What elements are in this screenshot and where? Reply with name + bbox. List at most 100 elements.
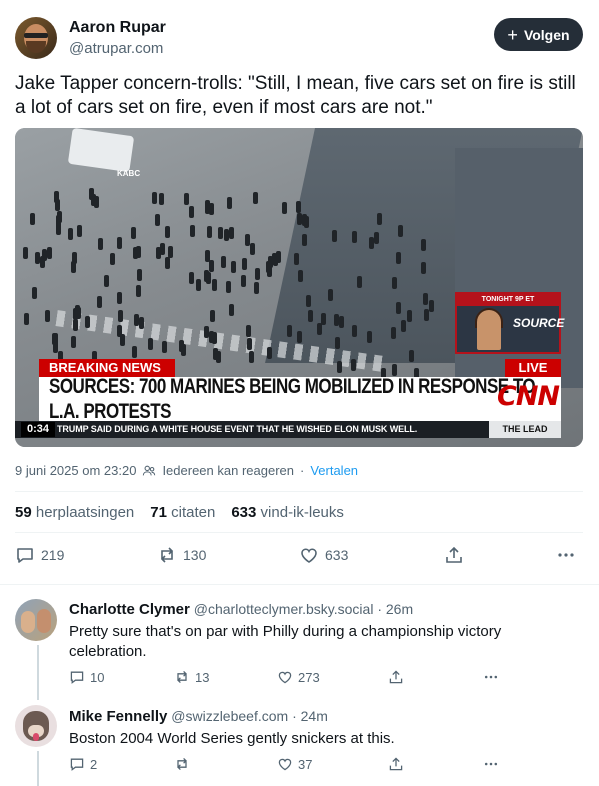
- crowd-figure: [54, 199, 60, 212]
- crowd-figure: [183, 193, 189, 206]
- crowd-figure: [190, 224, 196, 237]
- reply-author-handle[interactable]: @swizzlebeef.com: [171, 708, 288, 724]
- post-meta: 9 juni 2025 om 23:20 Iedereen kan reager…: [15, 463, 358, 478]
- like-button[interactable]: 37: [277, 756, 312, 772]
- translate-link[interactable]: Vertalen: [310, 463, 358, 478]
- crowd-figure: [241, 274, 247, 287]
- reply-actions: 2 37: [69, 756, 509, 774]
- like-button[interactable]: 633: [299, 545, 348, 565]
- promo-top: TONIGHT 9P ET: [457, 294, 559, 306]
- crowd-figure: [133, 314, 139, 327]
- people-icon: [143, 465, 156, 475]
- author-avatar[interactable]: [15, 17, 57, 59]
- follow-button[interactable]: + Volgen: [494, 18, 583, 51]
- repost-arrows-icon: [177, 757, 187, 771]
- reply-time[interactable]: · 24m: [292, 708, 328, 724]
- crowd-figure: [148, 337, 154, 350]
- crowd-figure: [223, 229, 229, 242]
- ticker-bar: 0:34 TRUMP SAID DURING A WHITE HOUSE EVE…: [15, 421, 561, 438]
- like-button[interactable]: 273: [277, 669, 320, 685]
- more-button[interactable]: [483, 756, 499, 772]
- show-name: THE LEAD: [489, 421, 561, 438]
- likes-stat[interactable]: 633 vind-ik-leuks: [231, 504, 344, 521]
- share-button[interactable]: [388, 669, 404, 685]
- thread-line: [37, 751, 39, 786]
- crowd-figure: [409, 349, 415, 362]
- more-button[interactable]: [483, 669, 499, 685]
- crowd-figure: [267, 347, 273, 360]
- crowd-figure: [68, 228, 74, 241]
- crowd-figure: [178, 340, 184, 353]
- station-watermark: KABC: [117, 169, 141, 178]
- crowd-figure: [227, 196, 233, 209]
- speech-bubble-icon: [70, 671, 84, 684]
- thread-line: [37, 645, 39, 700]
- crowd-figure: [398, 225, 404, 238]
- more-button[interactable]: [556, 545, 576, 565]
- crowd-figure: [428, 299, 434, 312]
- crowd-figure: [208, 330, 214, 343]
- crowd-figure: [327, 289, 333, 302]
- post-video[interactable]: KABC TONIGHT 9P ET SOURCE BREAKING NEWS …: [15, 128, 583, 447]
- crowd-figure: [217, 226, 223, 239]
- crowd-figure: [204, 250, 210, 263]
- crowd-figure: [164, 256, 170, 269]
- crowd-figure: [253, 281, 259, 294]
- author-name[interactable]: Aaron Rupar: [69, 19, 166, 37]
- author-handle[interactable]: @atrupar.com: [69, 40, 163, 57]
- crowd-figure: [266, 265, 272, 278]
- crowd-figure: [52, 333, 58, 346]
- post-date[interactable]: 9 juni 2025 om 23:20: [15, 463, 136, 478]
- crowd-figure: [421, 239, 427, 252]
- crowd-figure: [255, 268, 261, 281]
- reply-avatar[interactable]: [15, 705, 57, 747]
- crowd-figure: [160, 243, 166, 256]
- share-button[interactable]: [444, 545, 464, 565]
- crowd-figure: [333, 313, 339, 326]
- video-time[interactable]: 0:34: [21, 422, 55, 437]
- crowd-figure: [77, 224, 83, 237]
- crowd-figure: [297, 331, 303, 344]
- crowd-figure: [216, 351, 222, 364]
- crowd-figure: [336, 360, 342, 373]
- repost-arrows-icon: [160, 547, 174, 563]
- crowd-figure: [75, 304, 81, 317]
- reply-button[interactable]: 2: [69, 756, 97, 772]
- like-count: 633: [325, 547, 349, 563]
- reply-author-name[interactable]: Mike Fennelly: [69, 708, 167, 725]
- repost-button[interactable]: 130: [157, 545, 206, 565]
- reply-actions: 10 13 273: [69, 669, 509, 687]
- crowd-figure: [245, 234, 251, 247]
- crowd-figure: [220, 256, 226, 269]
- crowd-figure: [72, 252, 78, 265]
- crowd-figure: [209, 260, 215, 273]
- reply-author-name[interactable]: Charlotte Clymer: [69, 601, 190, 618]
- reply-button[interactable]: 10: [69, 669, 104, 685]
- crowd-figure: [72, 318, 78, 331]
- crowd-figure: [308, 309, 314, 322]
- speech-bubble-icon: [17, 548, 33, 563]
- reply-author-handle[interactable]: @charlotteclymer.bsky.social: [194, 601, 374, 617]
- share-upload-icon: [446, 546, 462, 563]
- crowd-figure: [136, 284, 142, 297]
- repost-button[interactable]: [174, 756, 195, 772]
- crowd-figure: [22, 247, 28, 260]
- crowd-figure: [135, 246, 141, 259]
- crowd-figure: [116, 291, 122, 304]
- quotes-stat[interactable]: 71 citaten: [150, 504, 215, 521]
- reply-avatar[interactable]: [15, 599, 57, 641]
- speech-bubble-icon: [70, 758, 84, 771]
- share-button[interactable]: [388, 756, 404, 772]
- crowd-figure: [161, 341, 167, 354]
- crowd-figure: [395, 301, 401, 314]
- crowd-figure: [211, 279, 217, 292]
- reply-count: 219: [41, 547, 65, 563]
- crowd-figure: [229, 303, 234, 316]
- reply-button[interactable]: 219: [15, 545, 64, 565]
- reply-time[interactable]: · 26m: [377, 601, 413, 617]
- reposts-stat[interactable]: 59 herplaatsingen: [15, 504, 134, 521]
- share-upload-icon: [389, 670, 403, 684]
- follow-label: Volgen: [523, 26, 570, 43]
- crowd-figure: [321, 313, 327, 326]
- repost-button[interactable]: 13: [174, 669, 209, 685]
